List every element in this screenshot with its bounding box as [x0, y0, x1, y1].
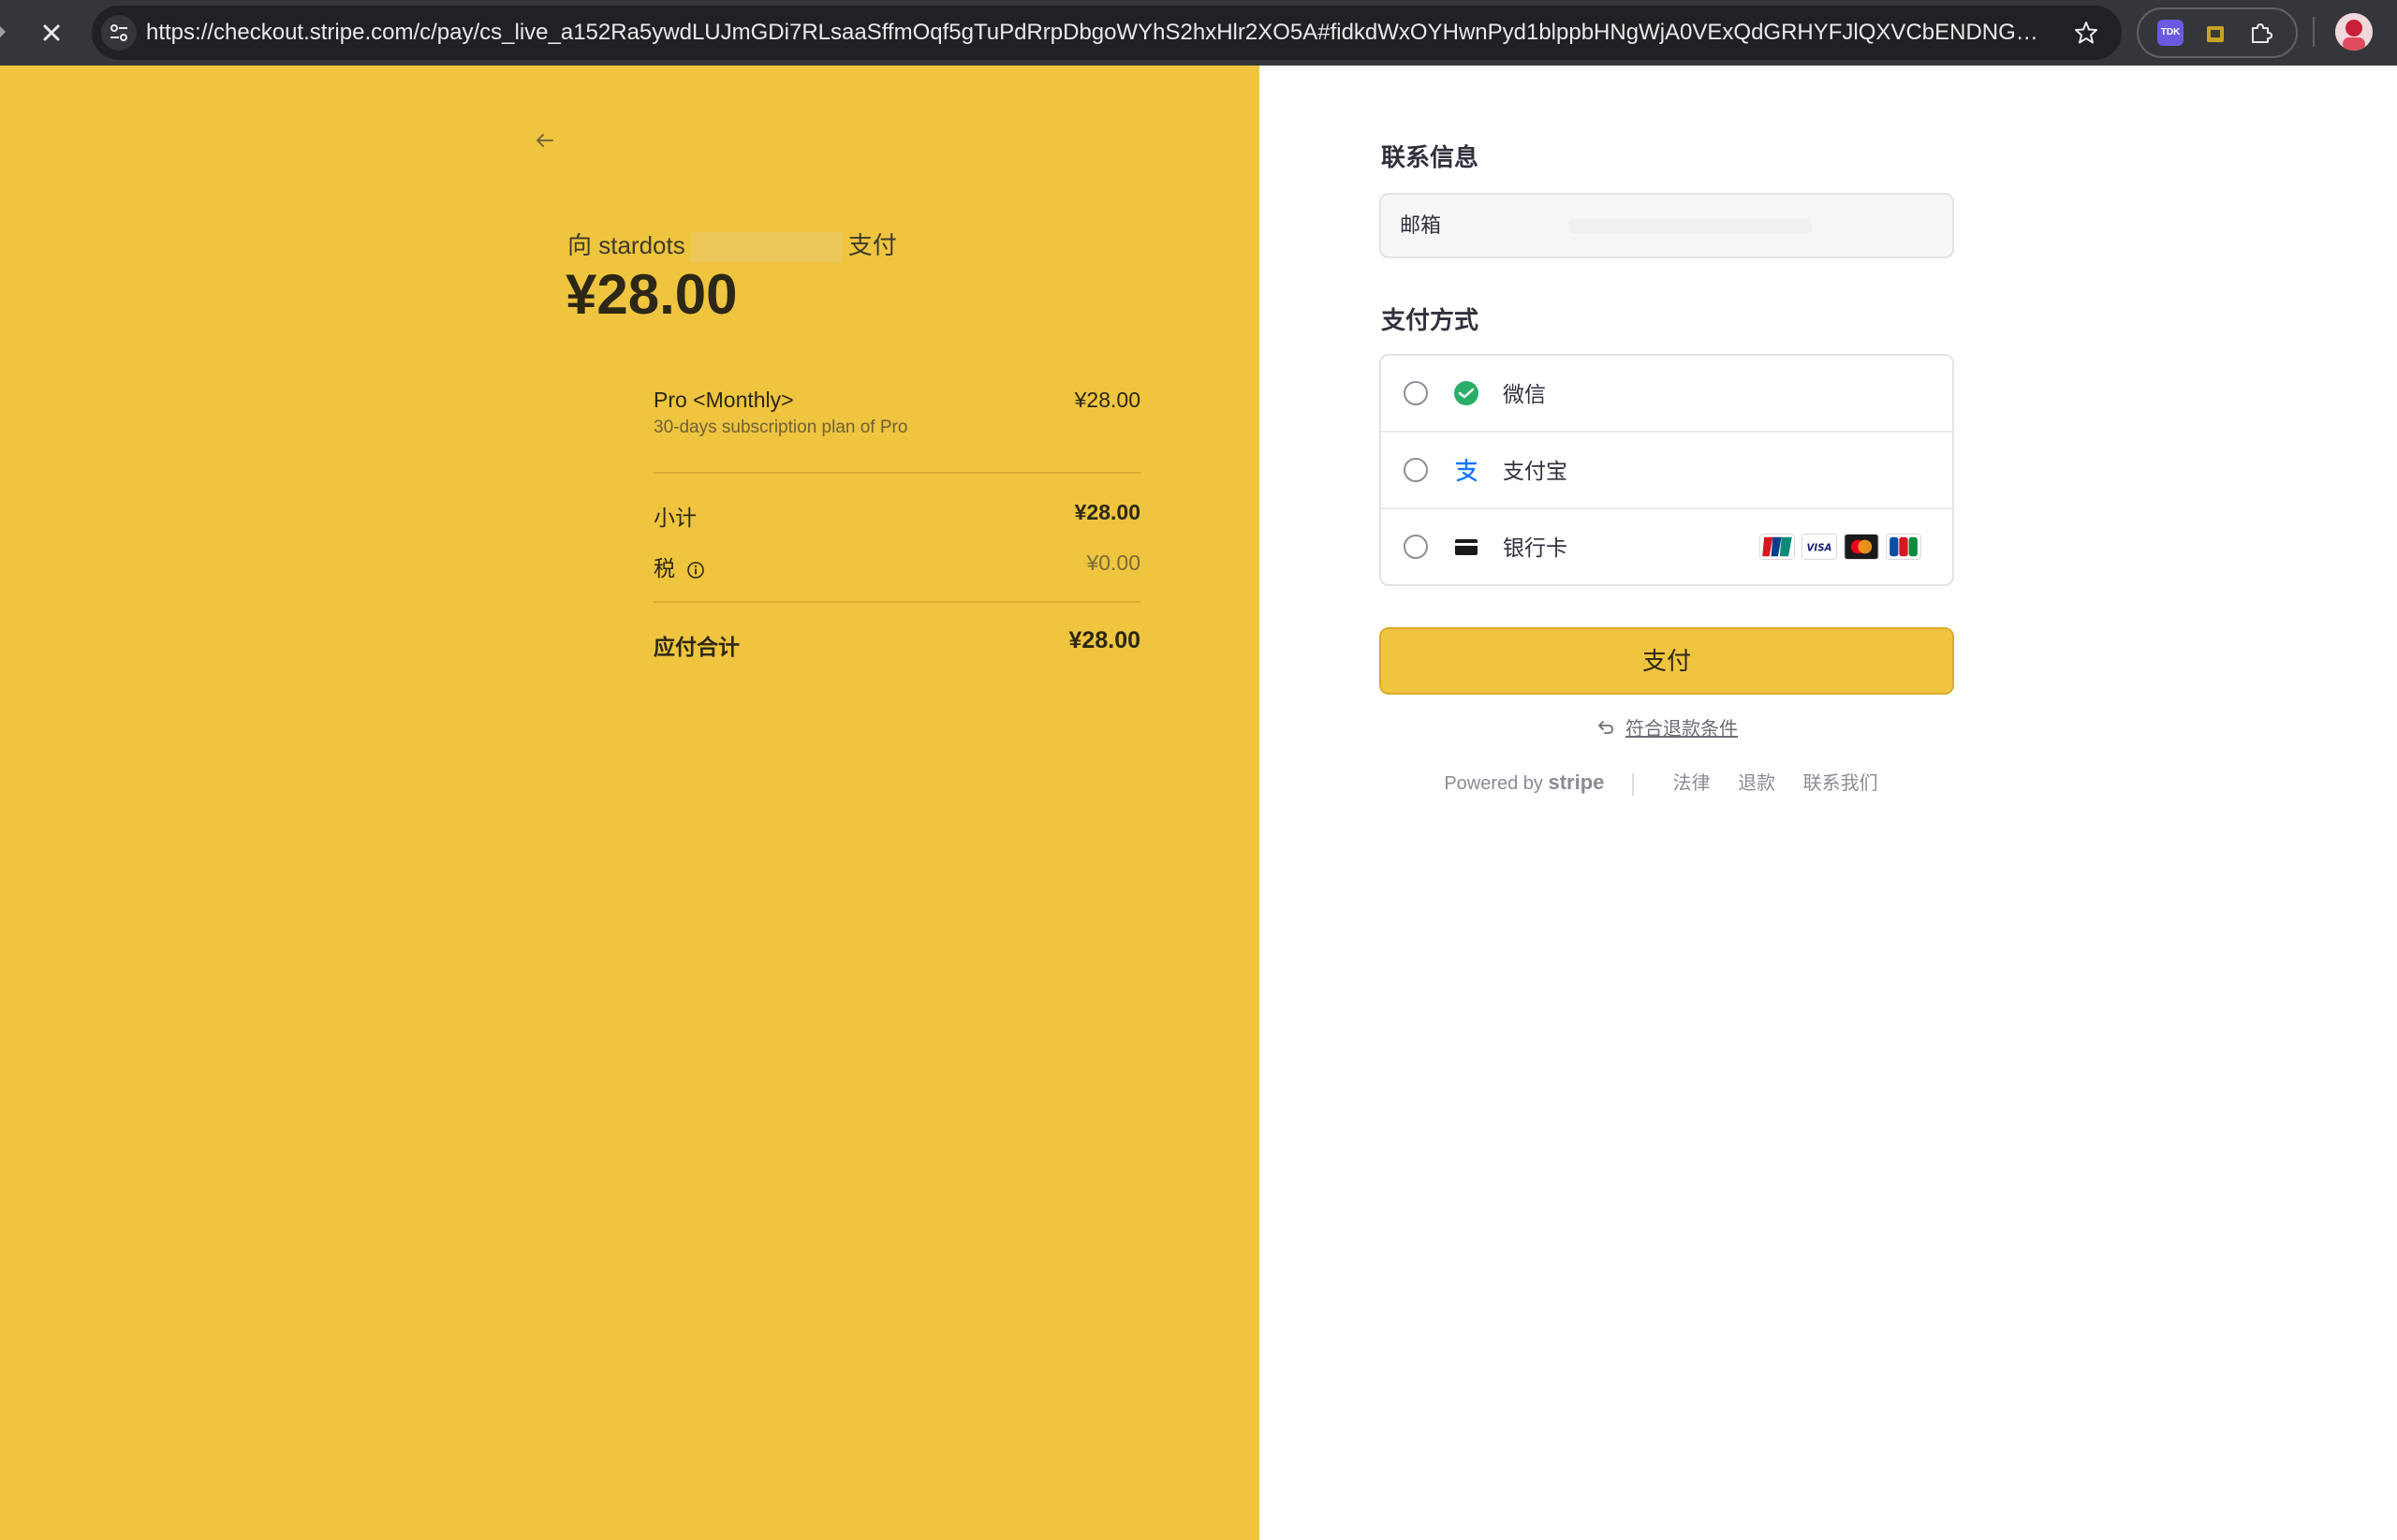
payment-method-card[interactable]: 银行卡 VISA: [1381, 509, 1952, 586]
unionpay-icon: [1759, 534, 1795, 560]
subtotal-label: 小计: [654, 506, 697, 530]
card-brands: VISA: [1759, 534, 1922, 562]
tax-label: 税: [654, 556, 675, 580]
checkout-form-panel: 联系信息 邮箱 支付方式 微信 支付宝 银行卡 VISA 支付 符合退款条件 P…: [1259, 66, 2397, 1540]
payment-method-title: 支付方式: [1381, 306, 1479, 334]
stop-loading-icon[interactable]: [36, 17, 67, 49]
profile-avatar[interactable]: [2335, 13, 2373, 51]
redacted-merchant-name: [690, 232, 843, 263]
card-radio[interactable]: [1404, 535, 1428, 559]
wechat-icon: [1454, 381, 1478, 405]
checkout-footer: Powered by stripe 法律 退款 联系我们: [1259, 768, 2074, 796]
refund-arrow-icon: [1598, 720, 1613, 734]
forward-arrow-icon[interactable]: [0, 22, 9, 41]
extensions-puzzle-icon[interactable]: [2247, 20, 2273, 46]
subtotal-value: ¥28.00: [1074, 500, 1140, 524]
email-field[interactable]: 邮箱: [1379, 193, 1954, 258]
alipay-label: 支付宝: [1503, 459, 1567, 483]
summary-divider: [654, 472, 1140, 474]
email-field-label: 邮箱: [1400, 213, 1442, 237]
refund-eligibility: 符合退款条件: [1259, 713, 2074, 741]
wechat-radio[interactable]: [1404, 381, 1428, 405]
pay-to-suffix: 支付: [847, 231, 897, 259]
browser-toolbar: https://checkout.stripe.com/c/pay/cs_liv…: [0, 0, 2397, 66]
line-item-price: ¥28.00: [1074, 388, 1140, 412]
payment-method-alipay[interactable]: 支付宝: [1381, 433, 1952, 509]
pay-button[interactable]: 支付: [1379, 627, 1954, 695]
order-summary-panel: 向 stardots 支付 ¥28.00 Pro <Monthly> 30-day…: [0, 66, 1259, 1540]
url-text[interactable]: https://checkout.stripe.com/c/pay/cs_liv…: [146, 6, 2047, 60]
card-label: 银行卡: [1503, 535, 1567, 560]
tax-row: 税: [654, 550, 705, 582]
mastercard-icon: [1844, 534, 1879, 560]
card-icon: [1455, 539, 1478, 555]
bookmark-star-icon[interactable]: [2073, 20, 2099, 46]
back-arrow-icon[interactable]: [532, 127, 558, 154]
footer-link-contact[interactable]: 联系我们: [1803, 773, 1878, 794]
tdk-extension-icon[interactable]: TDK: [2157, 20, 2184, 46]
visa-text: VISA: [1807, 544, 1832, 554]
extensions-group: TDK: [2137, 7, 2298, 58]
payment-method-wechat[interactable]: 微信: [1381, 356, 1952, 433]
tax-value: ¥0.00: [1086, 550, 1140, 575]
jcb-icon: [1886, 534, 1921, 560]
shopping-bag-extension-icon[interactable]: [2202, 20, 2228, 46]
toolbar-divider: [2313, 17, 2315, 47]
wechat-label: 微信: [1503, 382, 1546, 406]
address-bar[interactable]: https://checkout.stripe.com/c/pay/cs_liv…: [92, 6, 2122, 60]
summary-divider: [654, 601, 1140, 603]
redacted-email-value[interactable]: [1568, 219, 1812, 234]
refund-link[interactable]: 符合退款条件: [1625, 719, 1738, 740]
powered-by-text: Powered by: [1444, 773, 1543, 794]
footer-divider: [1631, 772, 1634, 796]
footer-link-legal[interactable]: 法律: [1673, 773, 1711, 794]
total-amount-heading: ¥28.00: [566, 263, 738, 326]
total-due-label: 应付合计: [654, 635, 740, 659]
stripe-logo[interactable]: stripe: [1549, 770, 1605, 794]
alipay-radio[interactable]: [1404, 458, 1428, 482]
footer-link-refunds[interactable]: 退款: [1738, 773, 1775, 794]
alipay-icon: [1455, 458, 1478, 482]
contact-info-title: 联系信息: [1381, 143, 1479, 171]
pay-to-merchant: 向 stardots 支付: [567, 227, 897, 263]
total-due-value: ¥28.00: [1068, 627, 1140, 653]
payment-method-list: 微信 支付宝 银行卡 VISA: [1379, 354, 1954, 586]
pay-to-prefix: 向 stardots: [567, 231, 685, 259]
line-item-name: Pro <Monthly>: [654, 388, 794, 412]
info-icon[interactable]: [686, 561, 705, 579]
site-info-icon[interactable]: [101, 15, 137, 51]
line-item-description: 30-days subscription plan of Pro: [654, 418, 908, 437]
visa-icon: VISA: [1801, 534, 1837, 560]
